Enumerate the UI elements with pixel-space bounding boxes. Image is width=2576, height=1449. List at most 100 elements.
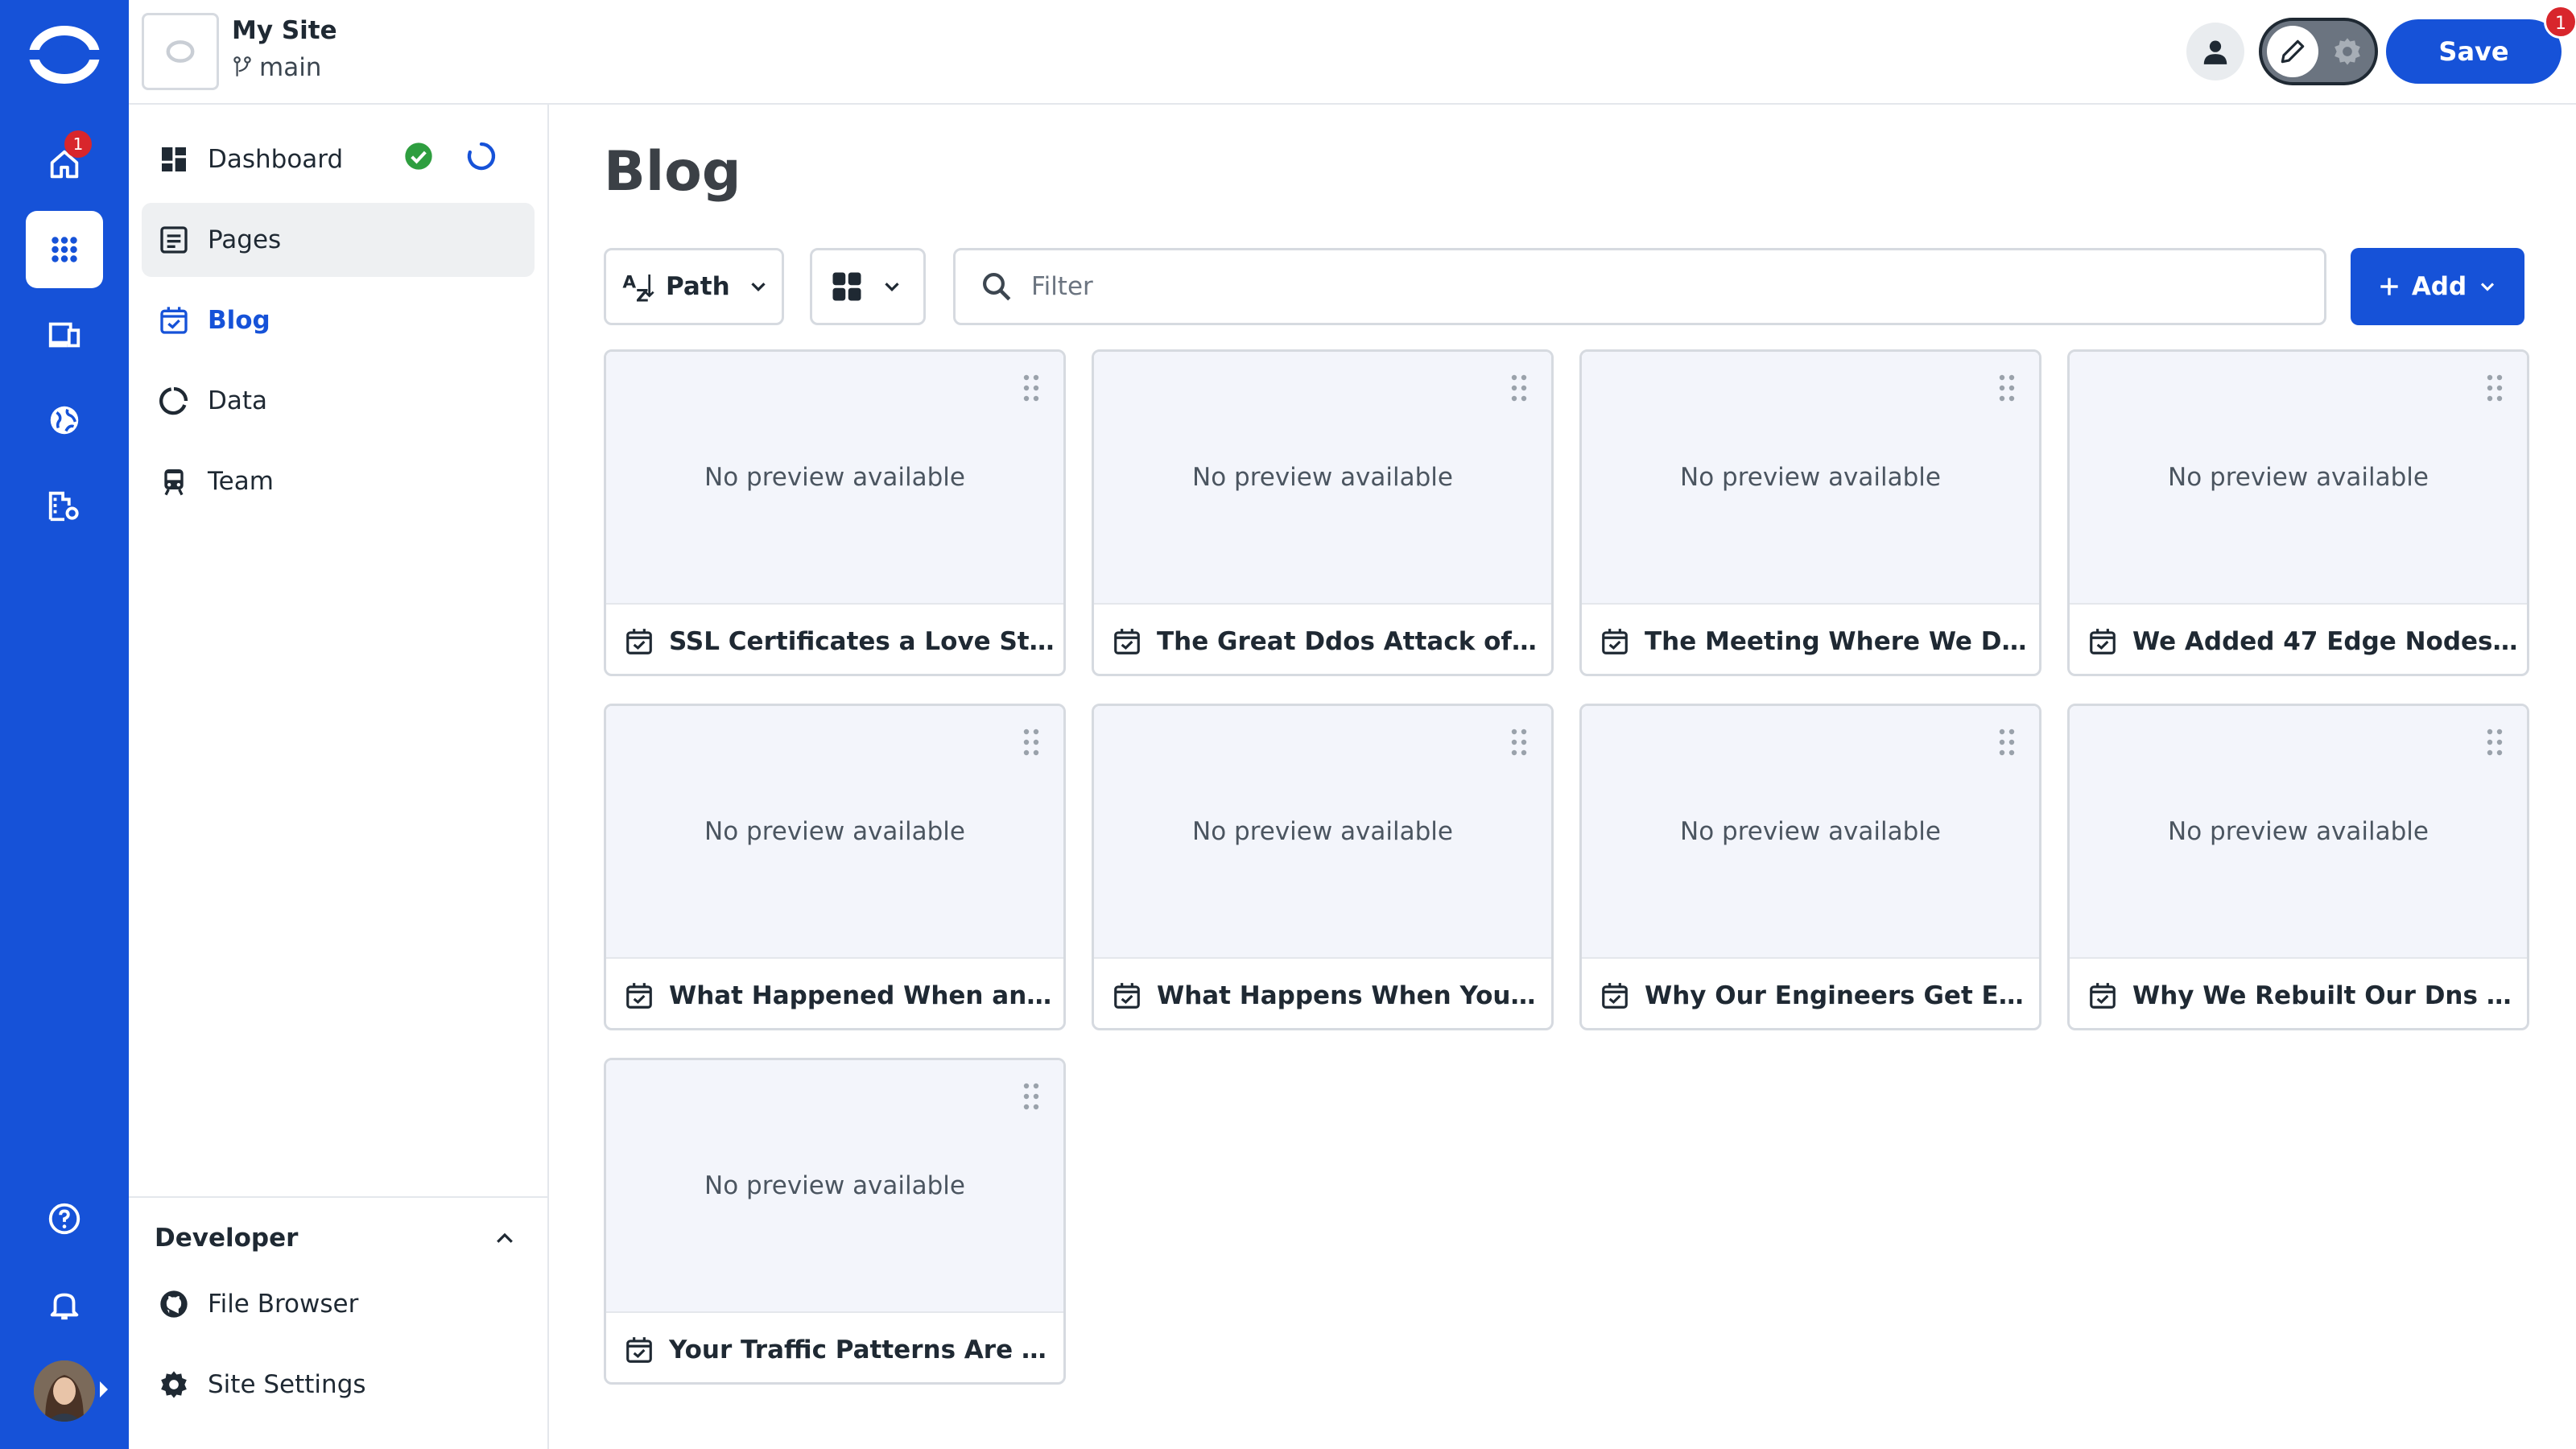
no-preview-text: No preview available: [704, 1171, 965, 1200]
sidebar-item-label: Pages: [208, 225, 282, 254]
sidebar-item-label: File Browser: [208, 1290, 359, 1319]
rail-building-settings-button[interactable]: [26, 467, 103, 544]
card-footer: We Added 47 Edge Nodes Las...: [2070, 605, 2527, 674]
sidebar: Dashboard Pages Blog Data Team Developer…: [129, 105, 549, 1449]
drag-handle-icon[interactable]: [2487, 729, 2503, 756]
user-avatar[interactable]: [34, 1360, 95, 1422]
chevron-down-icon: [885, 283, 899, 292]
calendar-check-icon: [1602, 629, 1628, 654]
add-button[interactable]: Add: [2351, 248, 2524, 325]
sidebar-item-label: Dashboard: [208, 145, 344, 174]
blog-post-card[interactable]: No preview available SSL Certificates a …: [604, 349, 1066, 676]
blog-post-card[interactable]: No preview available What Happened When …: [604, 704, 1066, 1030]
drag-handle-icon[interactable]: [1511, 729, 1527, 756]
card-footer: Your Traffic Patterns Are Mor...: [606, 1313, 1063, 1382]
rail-notifications-button[interactable]: [26, 1265, 103, 1343]
calendar-check-icon: [2090, 983, 2116, 1009]
sidebar-item-label: Site Settings: [208, 1370, 366, 1399]
save-button[interactable]: Save: [2386, 19, 2562, 84]
developer-section-title[interactable]: Developer: [155, 1224, 298, 1253]
chevron-down-icon: [2481, 283, 2495, 291]
sort-dropdown[interactable]: AZ Path: [604, 248, 784, 325]
calendar-check-icon: [1114, 629, 1140, 654]
card-title: We Added 47 Edge Nodes Las...: [2132, 627, 2519, 656]
app-logo-icon[interactable]: [29, 24, 100, 85]
sidebar-item-data[interactable]: Data: [142, 364, 535, 438]
no-preview-text: No preview available: [2168, 463, 2429, 492]
site-logo-placeholder-icon: [166, 40, 195, 63]
drag-handle-icon[interactable]: [1023, 374, 1039, 402]
svg-text:A: A: [622, 273, 636, 293]
site-thumbnail[interactable]: [142, 13, 219, 90]
card-title: Why We Rebuilt Our Dns Res...: [2132, 981, 2519, 1010]
bell-icon: [50, 1293, 79, 1320]
drag-handle-icon[interactable]: [1511, 374, 1527, 402]
main-content: Blog AZ Path Add No preview available SS…: [549, 105, 2576, 1449]
app-rail: 1: [0, 0, 129, 1449]
edit-settings-mode-toggle[interactable]: [2259, 18, 2378, 85]
sidebar-item-team[interactable]: Team: [142, 444, 535, 518]
blog-post-card[interactable]: No preview available The Great Ddos Atta…: [1092, 349, 1554, 676]
blog-post-card[interactable]: No preview available Your Traffic Patter…: [604, 1058, 1066, 1385]
sidebar-item-label: Blog: [208, 306, 270, 335]
no-preview-text: No preview available: [704, 817, 965, 846]
branch-name: main: [259, 53, 322, 82]
grid-view-icon: [832, 272, 861, 301]
card-footer: Why We Rebuilt Our Dns Res...: [2070, 959, 2527, 1028]
card-title: SSL Certificates a Love Story ...: [669, 627, 1055, 656]
blog-post-card[interactable]: No preview available Why Our Engineers G…: [1579, 704, 2041, 1030]
card-title: What Happened When an En...: [669, 981, 1055, 1010]
sidebar-item-dashboard[interactable]: Dashboard: [142, 122, 535, 196]
pencil-icon: [2281, 39, 2305, 64]
avatar-image: [34, 1360, 95, 1422]
sidebar-item-pages[interactable]: Pages: [142, 203, 535, 277]
chevron-up-icon[interactable]: [493, 1227, 517, 1251]
page-title: Blog: [604, 140, 741, 204]
calendar-check-icon: [1114, 983, 1140, 1009]
rail-apps-button[interactable]: [26, 211, 103, 288]
card-title: Your Traffic Patterns Are Mor...: [669, 1335, 1055, 1364]
filter-field[interactable]: [953, 248, 2326, 325]
calendar-check-icon: [1602, 983, 1628, 1009]
github-icon: [160, 1290, 188, 1318]
no-preview-text: No preview available: [1680, 463, 1941, 492]
sidebar-item-label: Data: [208, 386, 268, 415]
blog-post-card[interactable]: No preview available Why We Rebuilt Our …: [2067, 704, 2529, 1030]
pages-icon: [160, 226, 188, 254]
sidebar-item-file-browser[interactable]: File Browser: [142, 1267, 535, 1341]
collaborators-button[interactable]: [2186, 23, 2244, 80]
grid-dots-icon: [52, 237, 77, 262]
plus-icon: [2380, 278, 2398, 295]
sidebar-item-site-settings[interactable]: Site Settings: [142, 1348, 535, 1422]
drag-handle-icon[interactable]: [1023, 729, 1039, 756]
calendar-check-icon: [626, 1337, 652, 1363]
view-mode-dropdown[interactable]: [810, 248, 926, 325]
avatar-menu-caret-icon[interactable]: [100, 1381, 108, 1397]
card-preview: No preview available: [2070, 352, 2527, 605]
drag-handle-icon[interactable]: [1999, 729, 2015, 756]
drag-handle-icon[interactable]: [1999, 374, 2015, 402]
rail-devices-button[interactable]: [26, 296, 103, 374]
site-name[interactable]: My Site: [232, 16, 337, 45]
team-icon: [164, 469, 184, 496]
rail-globe-button[interactable]: [26, 382, 103, 459]
card-footer: What Happens When You Pin...: [1094, 959, 1551, 1028]
rail-help-button[interactable]: [26, 1180, 103, 1257]
blog-post-card[interactable]: No preview available What Happens When Y…: [1092, 704, 1554, 1030]
filter-input[interactable]: [1031, 272, 2239, 301]
chevron-down-icon: [751, 283, 766, 292]
calendar-check-icon: [160, 307, 188, 334]
drag-handle-icon[interactable]: [1023, 1083, 1039, 1110]
no-preview-text: No preview available: [1192, 817, 1453, 846]
branch-selector[interactable]: main: [232, 53, 321, 82]
loading-spinner-icon: [467, 142, 496, 171]
blog-post-card[interactable]: No preview available We Added 47 Edge No…: [2067, 349, 2529, 676]
card-preview: No preview available: [1094, 706, 1551, 959]
sidebar-item-blog[interactable]: Blog: [142, 283, 535, 357]
drag-handle-icon[interactable]: [2487, 374, 2503, 402]
card-preview: No preview available: [1582, 352, 2039, 605]
card-title: The Great Ddos Attack of Las...: [1157, 627, 1543, 656]
sort-label: Path: [666, 272, 730, 301]
blog-post-card[interactable]: No preview available The Meeting Where W…: [1579, 349, 2041, 676]
rail-home-button[interactable]: 1: [26, 126, 103, 203]
